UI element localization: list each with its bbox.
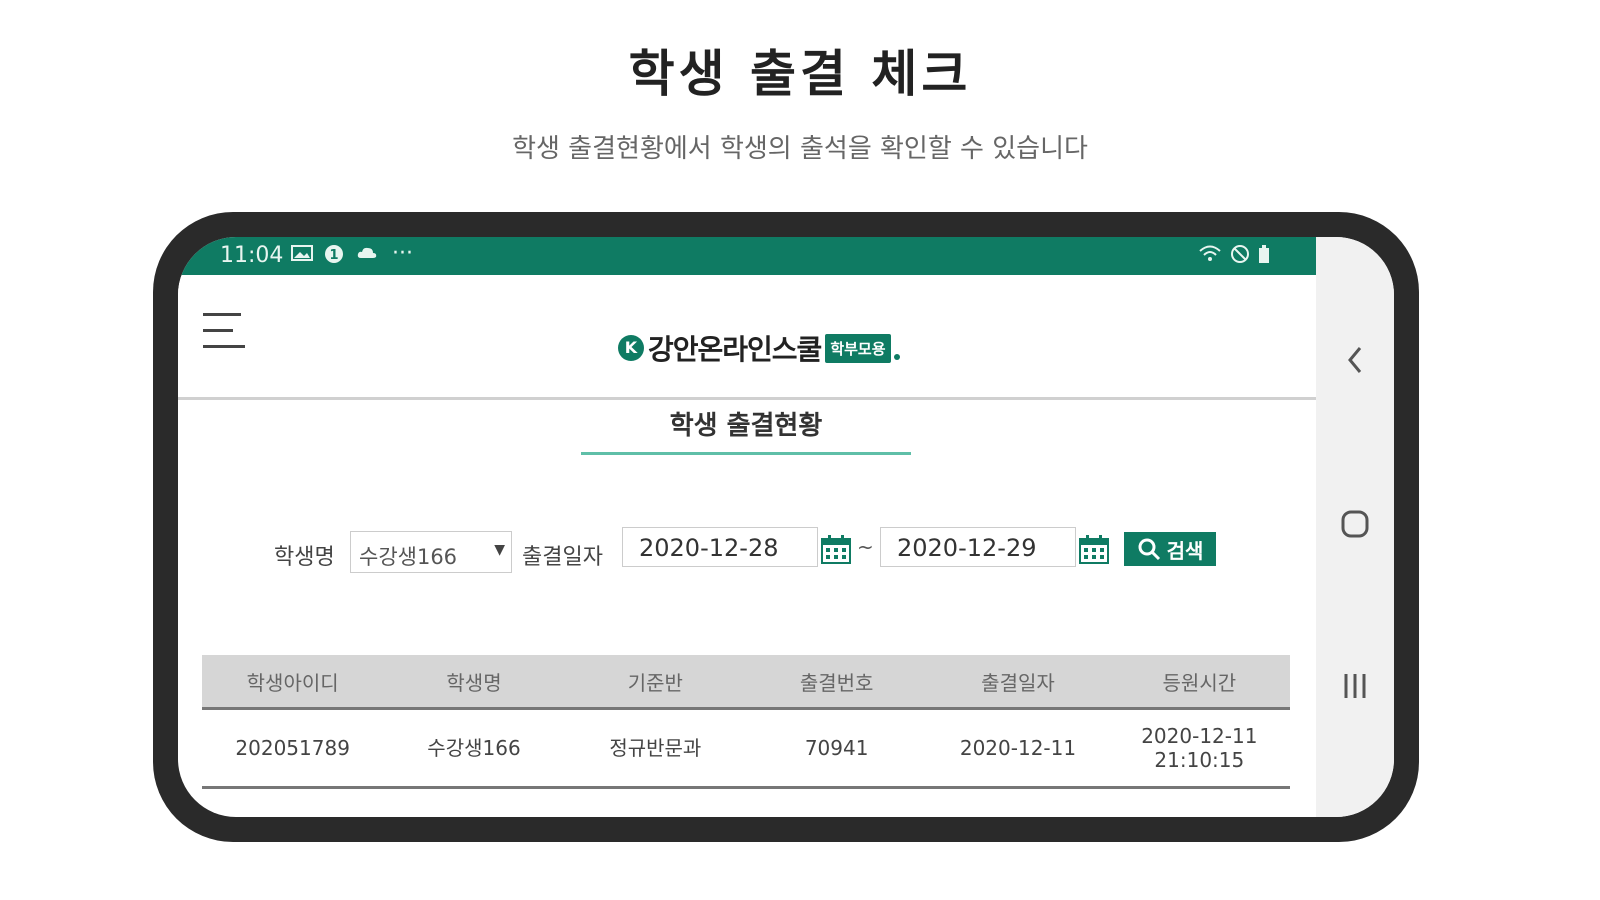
app-logo[interactable]: K 강안온라인스쿨 학부모용	[618, 331, 900, 366]
logo-badge: 학부모용	[825, 333, 891, 363]
cell-arrival-time: 2020-12-11 21:10:15	[1108, 708, 1290, 789]
student-select-value: 수강생166	[359, 545, 458, 569]
cloud-icon	[356, 244, 378, 267]
date-from-input[interactable]: 2020-12-28	[622, 527, 818, 567]
hero-title: 학생 출결 체크	[628, 45, 972, 103]
status-time: 11:04	[220, 243, 284, 268]
column-header: 출결번호	[745, 655, 928, 710]
date-range-separator: ~	[857, 535, 874, 559]
cell-attendance-no: 70941	[745, 708, 928, 789]
section-title: 학생 출결현황	[669, 411, 823, 441]
cell-class: 정규반문과	[564, 708, 746, 789]
column-header: 학생아이디	[202, 655, 384, 710]
date-from-value: 2020-12-28	[639, 534, 779, 562]
student-select[interactable]: 수강생166 ▼	[350, 531, 512, 573]
gallery-icon	[291, 244, 313, 267]
date-to-value: 2020-12-29	[897, 534, 1037, 562]
table-row: 202051789 수강생166 정규반문과 70941 2020-12-11 …	[202, 708, 1290, 789]
status-more: ···	[392, 241, 413, 266]
hero-subtitle: 학생 출결현황에서 학생의 출석을 확인할 수 있습니다	[512, 134, 1088, 164]
column-header: 기준반	[564, 655, 746, 710]
phone-frame: 11:04 1 ··· K 강안온라인스쿨 학부모용 학생 출결현황 학생명 수…	[153, 212, 1419, 842]
logo-text: 강안온라인스쿨	[648, 333, 822, 366]
search-form: 학생명 수강생166 ▼ 출결일자 2020-12-28 ~ 2020-12-2…	[178, 527, 1316, 577]
back-icon[interactable]	[1316, 345, 1394, 379]
section-underline	[581, 452, 911, 455]
logo-mark-icon: K	[618, 335, 644, 361]
calendar-icon[interactable]	[1078, 534, 1110, 564]
search-button[interactable]: 검색	[1124, 532, 1216, 566]
svg-text:1: 1	[329, 248, 338, 263]
phone-screen: 11:04 1 ··· K 강안온라인스쿨 학부모용 학생 출결현황 학생명 수…	[178, 237, 1394, 817]
cell-student-id: 202051789	[202, 708, 384, 789]
recents-icon[interactable]	[1316, 671, 1394, 705]
attendance-table: 학생아이디 학생명 기준반 출결번호 출결일자 등원시간 202051789 수…	[202, 655, 1290, 789]
calendar-icon[interactable]	[820, 534, 852, 564]
cell-attendance-date: 2020-12-11	[927, 708, 1109, 789]
app-header: K 강안온라인스쿨 학부모용	[178, 275, 1316, 400]
attendance-date-label: 출결일자	[522, 545, 603, 570]
logo-dot	[893, 354, 900, 360]
search-button-label: 검색	[1166, 538, 1204, 563]
column-header: 학생명	[383, 655, 565, 710]
battery-icon	[1258, 244, 1270, 269]
date-to-input[interactable]: 2020-12-29	[880, 527, 1076, 567]
dnd-icon	[1230, 244, 1250, 269]
table-header-row: 학생아이디 학생명 기준반 출결번호 출결일자 등원시간	[202, 655, 1290, 710]
status-bar: 11:04 1 ···	[178, 237, 1316, 275]
notification-badge-icon: 1	[324, 244, 344, 269]
system-nav-bar	[1316, 237, 1394, 817]
wifi-icon	[1198, 244, 1222, 269]
column-header: 출결일자	[927, 655, 1109, 710]
student-name-label: 학생명	[274, 545, 335, 570]
menu-icon[interactable]	[203, 311, 245, 351]
cell-student-name: 수강생166	[383, 708, 565, 789]
column-header: 등원시간	[1108, 655, 1290, 710]
home-icon[interactable]	[1316, 509, 1394, 543]
search-icon	[1138, 538, 1160, 561]
chevron-down-icon: ▼	[494, 542, 505, 558]
